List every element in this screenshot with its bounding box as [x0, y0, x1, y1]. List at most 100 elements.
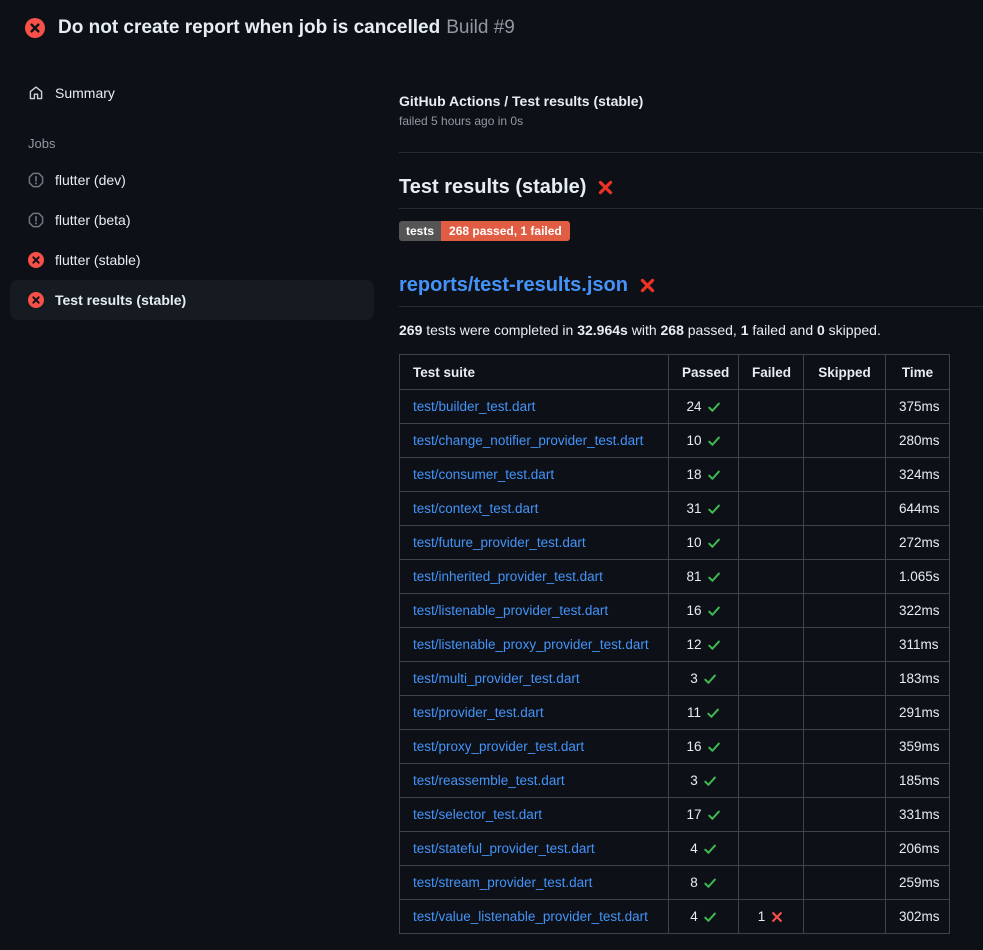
test-suite-link[interactable]: test/stateful_provider_test.dart: [413, 841, 595, 856]
table-row: test/stream_provider_test.dart 8 259ms: [400, 866, 950, 900]
column-header: Passed: [669, 355, 739, 390]
table-row: test/consumer_test.dart 18 324ms: [400, 458, 950, 492]
check-icon: [703, 910, 717, 924]
test-suite-link[interactable]: test/listenable_provider_test.dart: [413, 603, 608, 618]
time-cell: 324ms: [886, 458, 950, 492]
failed-cell: [739, 560, 804, 594]
section-title: Test results (stable): [399, 176, 983, 209]
main-panel: GitHub Actions / Test results (stable) f…: [399, 0, 983, 950]
time-cell: 359ms: [886, 730, 950, 764]
failed-cell: [739, 424, 804, 458]
time-cell: 291ms: [886, 696, 950, 730]
test-suite-link[interactable]: test/change_notifier_provider_test.dart: [413, 433, 643, 448]
failed-cell: [739, 866, 804, 900]
failed-x-icon: [597, 179, 614, 196]
skipped-cell: [804, 560, 886, 594]
skipped-cell: [804, 764, 886, 798]
table-row: test/future_provider_test.dart 10 272ms: [400, 526, 950, 560]
check-icon: [703, 672, 717, 686]
badge-value: 268 passed, 1 failed: [441, 221, 570, 241]
table-row: test/multi_provider_test.dart 3 183ms: [400, 662, 950, 696]
time-cell: 322ms: [886, 594, 950, 628]
skipped-cell: [804, 696, 886, 730]
check-icon: [707, 468, 721, 482]
table-row: test/value_listenable_provider_test.dart…: [400, 900, 950, 934]
passed-cell: 3: [669, 764, 739, 798]
skipped-cell: [804, 390, 886, 424]
test-suite-link[interactable]: test/multi_provider_test.dart: [413, 671, 580, 686]
check-icon: [703, 774, 717, 788]
skipped-cell: [804, 458, 886, 492]
time-cell: 311ms: [886, 628, 950, 662]
column-header: Skipped: [804, 355, 886, 390]
report-title: reports/test-results.json: [399, 274, 983, 307]
passed-cell: 12: [669, 628, 739, 662]
test-suite-link[interactable]: test/selector_test.dart: [413, 807, 542, 822]
failed-cell: [739, 458, 804, 492]
check-icon: [707, 740, 721, 754]
job-label: flutter (dev): [55, 172, 126, 188]
passed-cell: 24: [669, 390, 739, 424]
check-icon: [707, 570, 721, 584]
sidebar-job-item[interactable]: flutter (beta): [10, 200, 374, 240]
check-icon: [706, 706, 720, 720]
check-icon: [707, 400, 721, 414]
sidebar-job-item[interactable]: flutter (stable): [10, 240, 374, 280]
summary-label: Summary: [55, 85, 115, 101]
failed-cell: [739, 594, 804, 628]
table-row: test/stateful_provider_test.dart 4 206ms: [400, 832, 950, 866]
passed-cell: 17: [669, 798, 739, 832]
check-icon: [707, 604, 721, 618]
jobs-section-label: Jobs: [28, 136, 384, 151]
column-header: Test suite: [400, 355, 669, 390]
run-failed-icon: [25, 18, 45, 38]
results-table: Test suitePassedFailedSkippedTime test/b…: [399, 354, 950, 934]
check-icon: [707, 434, 721, 448]
test-suite-link[interactable]: test/value_listenable_provider_test.dart: [413, 909, 648, 924]
table-row: test/proxy_provider_test.dart 16 359ms: [400, 730, 950, 764]
check-icon: [703, 876, 717, 890]
time-cell: 272ms: [886, 526, 950, 560]
sidebar-item-summary[interactable]: Summary: [10, 73, 374, 113]
table-row: test/context_test.dart 31 644ms: [400, 492, 950, 526]
test-suite-link[interactable]: test/reassemble_test.dart: [413, 773, 565, 788]
column-header: Failed: [739, 355, 804, 390]
time-cell: 331ms: [886, 798, 950, 832]
passed-cell: 16: [669, 594, 739, 628]
failed-cell: [739, 696, 804, 730]
test-suite-link[interactable]: test/builder_test.dart: [413, 399, 535, 414]
test-suite-link[interactable]: test/context_test.dart: [413, 501, 538, 516]
test-suite-link[interactable]: test/provider_test.dart: [413, 705, 544, 720]
passed-cell: 8: [669, 866, 739, 900]
time-cell: 185ms: [886, 764, 950, 798]
test-suite-link[interactable]: test/inherited_provider_test.dart: [413, 569, 603, 584]
skipped-cell: [804, 594, 886, 628]
check-icon: [707, 808, 721, 822]
failed-cell: [739, 390, 804, 424]
passed-cell: 31: [669, 492, 739, 526]
test-suite-link[interactable]: test/future_provider_test.dart: [413, 535, 586, 550]
check-icon: [707, 638, 721, 652]
skipped-cell: [804, 798, 886, 832]
sidebar-job-item[interactable]: Test results (stable): [10, 280, 374, 320]
sidebar-job-item[interactable]: flutter (dev): [10, 160, 374, 200]
report-file-link[interactable]: reports/test-results.json: [399, 274, 628, 297]
time-cell: 280ms: [886, 424, 950, 458]
table-row: test/listenable_provider_test.dart 16 32…: [400, 594, 950, 628]
breadcrumb: GitHub Actions / Test results (stable): [399, 93, 983, 109]
home-icon: [28, 85, 44, 101]
skipped-cell: [804, 424, 886, 458]
table-row: test/inherited_provider_test.dart 81 1.0…: [400, 560, 950, 594]
test-suite-link[interactable]: test/consumer_test.dart: [413, 467, 554, 482]
badge-label: tests: [399, 221, 441, 241]
failed-x-icon: [639, 277, 656, 294]
test-suite-link[interactable]: test/proxy_provider_test.dart: [413, 739, 584, 754]
test-suite-link[interactable]: test/listenable_proxy_provider_test.dart: [413, 637, 649, 652]
time-cell: 206ms: [886, 832, 950, 866]
failed-cell: [739, 832, 804, 866]
tests-badge: tests 268 passed, 1 failed: [399, 221, 570, 241]
check-icon: [707, 502, 721, 516]
column-header: Time: [886, 355, 950, 390]
test-suite-link[interactable]: test/stream_provider_test.dart: [413, 875, 592, 890]
check-icon: [707, 536, 721, 550]
